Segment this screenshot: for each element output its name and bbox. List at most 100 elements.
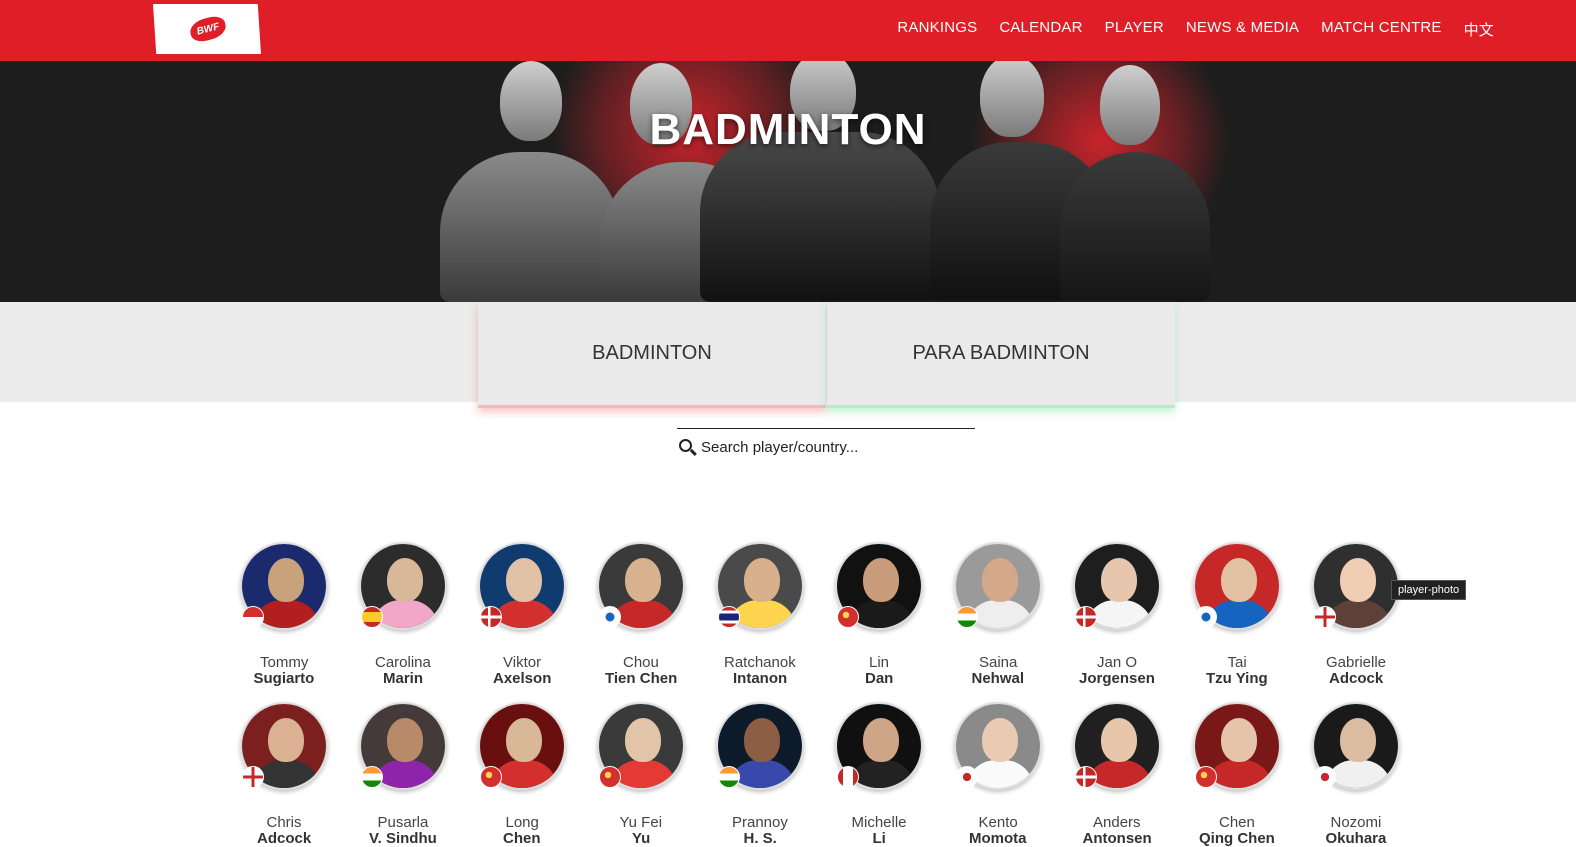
player-first-name: Long <box>505 814 539 831</box>
player-first-name: Ratchanok <box>724 654 796 671</box>
china-flag-icon <box>1195 766 1217 788</box>
player-first-name: Anders <box>1093 814 1141 831</box>
top-navigation-bar: BWF RANKINGS CALENDAR PLAYER NEWS & MEDI… <box>0 0 1576 61</box>
search-icon[interactable] <box>679 438 697 457</box>
china-flag-icon <box>480 766 502 788</box>
player-last-name[interactable]: Yu <box>632 830 650 847</box>
chinese-taipei-flag-icon <box>599 606 621 628</box>
player-first-name: Michelle <box>851 814 907 831</box>
nav-player[interactable]: PLAYER <box>1105 19 1164 40</box>
player-photo-face <box>982 718 1018 762</box>
player-first-name: Yu Fei <box>619 814 663 831</box>
player-photo-face <box>982 558 1018 602</box>
denmark-flag-icon <box>1075 606 1097 628</box>
nav-calendar[interactable]: CALENDAR <box>999 19 1082 40</box>
player-photo-face <box>506 558 542 602</box>
indonesia-flag-icon <box>242 606 264 628</box>
player-first-name: Pusarla <box>377 814 429 831</box>
player-photo-face <box>387 718 423 762</box>
player-first-name: Tai <box>1227 654 1247 671</box>
nav-rankings[interactable]: RANKINGS <box>897 19 977 40</box>
player-last-name[interactable]: Dan <box>865 670 893 687</box>
player-first-name: Nozomi <box>1330 814 1382 831</box>
player-last-name[interactable]: Jorgensen <box>1079 670 1155 687</box>
player-last-name[interactable]: Tien Chen <box>605 670 677 687</box>
player-last-name[interactable]: Sugiarto <box>254 670 315 687</box>
tab-badminton[interactable]: BADMINTON <box>478 302 826 408</box>
search-bar <box>677 428 975 458</box>
india-flag-icon <box>956 606 978 628</box>
player-photo-face <box>1101 718 1137 762</box>
china-flag-icon <box>837 606 859 628</box>
player-photo-face <box>863 558 899 602</box>
player-last-name[interactable]: Momota <box>969 830 1027 847</box>
hero-title: BADMINTON <box>649 105 927 154</box>
search-input[interactable] <box>701 439 961 456</box>
denmark-flag-icon <box>480 606 502 628</box>
player-first-name: Carolina <box>375 654 431 671</box>
hero-athlete <box>440 152 620 302</box>
player-last-name[interactable]: Adcock <box>257 830 311 847</box>
player-last-name[interactable]: Li <box>873 830 886 847</box>
england-flag-icon <box>1314 606 1336 628</box>
player-first-name: Saina <box>979 654 1018 671</box>
player-photo-face <box>1340 718 1376 762</box>
player-last-name[interactable]: Nehwal <box>972 670 1025 687</box>
player-photo-face <box>625 718 661 762</box>
player-last-name[interactable]: Tzu Ying <box>1206 670 1268 687</box>
england-flag-icon <box>242 766 264 788</box>
bwf-logo[interactable]: BWF <box>153 4 261 54</box>
india-flag-icon <box>361 766 383 788</box>
player-last-name[interactable]: Okuhara <box>1326 830 1387 847</box>
player-photo-face <box>863 718 899 762</box>
main-nav: RANKINGS CALENDAR PLAYER NEWS & MEDIA MA… <box>875 19 1494 40</box>
player-first-name: Chen <box>1219 814 1255 831</box>
hero-athlete <box>700 132 940 302</box>
chinese-taipei-flag-icon <box>1195 606 1217 628</box>
nav-language-chinese[interactable]: 中文 <box>1464 19 1494 40</box>
player-last-name[interactable]: Intanon <box>733 670 787 687</box>
tooltip: player-photo <box>1391 580 1467 600</box>
japan-flag-icon <box>1314 766 1336 788</box>
hero-banner: BADMINTON <box>0 61 1576 302</box>
tab-para-badminton[interactable]: PARA BADMINTON <box>827 302 1175 408</box>
player-first-name: Prannoy <box>732 814 788 831</box>
player-photo-face <box>744 718 780 762</box>
bwf-logo-mark: BWF <box>187 13 229 45</box>
china-flag-icon <box>599 766 621 788</box>
player-photo-face <box>744 558 780 602</box>
player-last-name[interactable]: Marin <box>383 670 423 687</box>
player-first-name: Gabrielle <box>1326 654 1387 671</box>
player-first-name: Lin <box>869 654 890 671</box>
player-last-name[interactable]: Chen <box>503 830 541 847</box>
player-first-name: Chris <box>266 814 302 831</box>
player-photo-face <box>1221 718 1257 762</box>
player-photo-face <box>387 558 423 602</box>
player-first-name: Tommy <box>260 654 309 671</box>
japan-flag-icon <box>956 766 978 788</box>
thailand-flag-icon <box>718 606 740 628</box>
player-last-name[interactable]: Qing Chen <box>1199 830 1275 847</box>
player-photo-face <box>1221 558 1257 602</box>
player-last-name[interactable]: Antonsen <box>1083 830 1152 847</box>
player-last-name[interactable]: H. S. <box>744 830 777 847</box>
player-photo-face <box>1340 558 1376 602</box>
spain-flag-icon <box>361 606 383 628</box>
player-first-name: Viktor <box>503 654 542 671</box>
player-last-name[interactable]: Adcock <box>1329 670 1383 687</box>
player-last-name[interactable]: Axelson <box>493 670 551 687</box>
player-first-name: Kento <box>978 814 1018 831</box>
nav-match-centre[interactable]: MATCH CENTRE <box>1321 19 1441 40</box>
india-flag-icon <box>718 766 740 788</box>
player-first-name: Jan O <box>1097 654 1138 671</box>
player-first-name: Chou <box>623 654 659 671</box>
player-last-name[interactable]: V. Sindhu <box>369 830 437 847</box>
denmark-flag-icon <box>1075 766 1097 788</box>
player-photo-face <box>625 558 661 602</box>
player-photo-face <box>268 718 304 762</box>
player-photo-face <box>268 558 304 602</box>
nav-news-media[interactable]: NEWS & MEDIA <box>1186 19 1299 40</box>
canada-flag-icon <box>837 766 859 788</box>
player-photo-face <box>506 718 542 762</box>
hero-athlete <box>1060 152 1210 302</box>
